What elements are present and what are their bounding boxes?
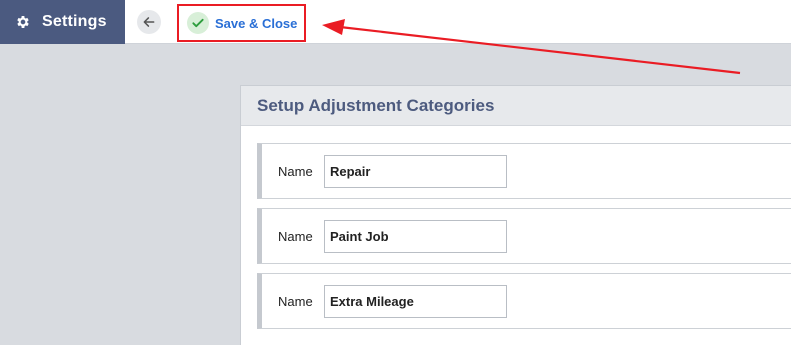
category-row: Name Extra Mileage [257,273,791,329]
save-close-button[interactable]: Save & Close [177,4,306,42]
panel-title: Setup Adjustment Categories [257,95,495,115]
settings-brand: Settings [0,0,125,44]
panel-header: Setup Adjustment Categories [241,86,791,126]
save-close-label: Save & Close [215,15,298,31]
back-button[interactable] [137,10,161,34]
category-row: Name Paint Job [257,208,791,264]
name-label: Name [278,228,313,244]
name-label: Name [278,163,313,179]
gear-icon [14,13,32,31]
name-input[interactable]: Paint Job [324,219,507,253]
top-toolbar: Settings Save & Close [0,0,791,44]
category-row: Name Repair [257,143,791,199]
arrow-left-icon [143,17,155,27]
name-input[interactable]: Extra Mileage [324,284,507,318]
name-label: Name [278,293,313,309]
check-icon [187,12,209,34]
setup-panel: Setup Adjustment Categories Name Repair … [240,85,791,345]
name-input[interactable]: Repair [324,154,507,188]
page-title: Settings [42,13,107,30]
